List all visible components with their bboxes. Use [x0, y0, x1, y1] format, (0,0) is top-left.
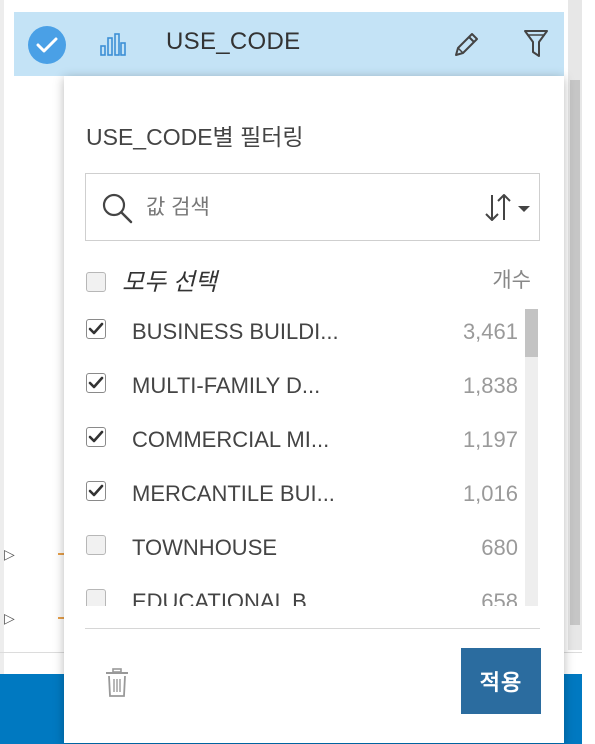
- item-count: 680: [481, 535, 518, 560]
- pencil-icon[interactable]: [451, 30, 481, 60]
- item-checkbox[interactable]: [86, 319, 106, 339]
- field-name: USE_CODE: [166, 28, 301, 55]
- list-item[interactable]: TOWNHOUSE 680: [64, 522, 564, 576]
- item-count: 1,197: [462, 427, 518, 452]
- count-column-header: 개수: [492, 269, 531, 292]
- item-checkbox[interactable]: [86, 373, 106, 393]
- item-label: BUSINESS BUILDI...: [132, 319, 339, 344]
- list-scroll-thumb[interactable]: [525, 309, 538, 357]
- check-circle-icon[interactable]: [28, 26, 66, 64]
- list-item[interactable]: EDUCATIONAL B... 658: [64, 576, 564, 606]
- item-count: 1,016: [462, 481, 518, 506]
- sort-icon[interactable]: [482, 192, 534, 224]
- item-label: EDUCATIONAL B...: [132, 589, 326, 606]
- left-edge: [0, 0, 4, 744]
- value-list: BUSINESS BUILDI... 3,461 MULTI-FAMILY D.…: [64, 306, 564, 606]
- search-input[interactable]: [146, 190, 446, 226]
- item-count: 1,838: [462, 373, 518, 398]
- checkmark-icon: [88, 322, 104, 335]
- field-header[interactable]: USE_CODE: [14, 12, 564, 76]
- item-checkbox[interactable]: [86, 535, 106, 555]
- checkmark-icon: [88, 376, 104, 389]
- checkmark-icon: [88, 430, 104, 443]
- checkmark-icon: [88, 484, 104, 497]
- filter-popup: USE_CODE별 필터링 모두 선택 개수: [64, 76, 564, 743]
- expand-arrow-icon[interactable]: ▷: [4, 544, 18, 564]
- search-box[interactable]: [85, 173, 540, 241]
- item-label: MERCANTILE BUI...: [132, 481, 335, 506]
- select-all-label[interactable]: 모두 선택: [122, 262, 217, 297]
- trash-icon[interactable]: [105, 668, 129, 698]
- item-label: COMMERCIAL MI...: [132, 427, 330, 452]
- item-count: 3,461: [462, 319, 518, 344]
- list-item[interactable]: BUSINESS BUILDI... 3,461: [64, 306, 564, 360]
- filter-icon[interactable]: [522, 28, 550, 60]
- popup-divider: [85, 628, 540, 629]
- expand-arrow-icon[interactable]: ▷: [4, 608, 18, 628]
- list-item[interactable]: COMMERCIAL MI... 1,197: [64, 414, 564, 468]
- item-label: MULTI-FAMILY D...: [132, 373, 321, 398]
- search-icon: [102, 193, 133, 224]
- bar-chart-icon: [100, 33, 126, 56]
- popup-title: USE_CODE별 필터링: [86, 124, 304, 150]
- page: ▷ ▷ USE_CODE USE_CODE별 필터링 값 검색 모두 선택 개수…: [0, 0, 595, 744]
- list-item[interactable]: MERCANTILE BUI... 1,016: [64, 468, 564, 522]
- list-item[interactable]: MULTI-FAMILY D... 1,838: [64, 360, 564, 414]
- item-checkbox[interactable]: [86, 427, 106, 447]
- item-count: 658: [481, 589, 518, 606]
- item-label: TOWNHOUSE: [132, 535, 278, 560]
- item-checkbox[interactable]: [86, 481, 106, 501]
- select-all-checkbox[interactable]: [86, 272, 106, 292]
- background-scroll-thumb[interactable]: [570, 80, 580, 625]
- apply-button[interactable]: 적용: [461, 648, 541, 714]
- item-checkbox[interactable]: [86, 589, 106, 606]
